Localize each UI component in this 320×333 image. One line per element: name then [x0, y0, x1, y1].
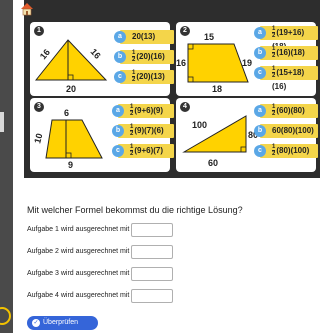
base-label: 20 [66, 84, 76, 94]
fraction: 12 [272, 26, 276, 40]
answer-input[interactable] [131, 223, 174, 237]
answer-label: Aufgabe 4 wird ausgerechnet mit [27, 292, 130, 299]
answer-input[interactable] [131, 267, 174, 281]
option-1a[interactable]: a 20(13) [114, 30, 174, 44]
option-text: (9)(7)(6) [134, 126, 164, 135]
option-letter: a [254, 105, 266, 117]
answer-row-2: Aufgabe 2 wird ausgerechnet mit [27, 244, 174, 260]
option-letter: c [254, 67, 266, 79]
option-text: 20(13) [132, 32, 156, 41]
option-text: (60)(80) [276, 106, 305, 115]
slant-label: 19 [242, 58, 252, 68]
answer-row-3: Aufgabe 3 wird ausgerechnet mit [27, 266, 174, 282]
option-4a[interactable]: a 1 2 (60)(80) [254, 104, 318, 118]
slant-label: 10 [32, 132, 44, 144]
option-letter: b [254, 47, 266, 59]
base-label: 9 [68, 160, 73, 170]
answer-row-4: Aufgabe 4 wird ausgerechnet mit [27, 288, 174, 304]
option-text: (16)(18) [276, 48, 305, 57]
option-1b[interactable]: b 1 2 (20)(16) [114, 50, 174, 64]
option-2c[interactable]: c 1 2 (15+18)(16) [254, 66, 318, 91]
fraction: 12 [272, 104, 276, 118]
hypotenuse-label: 100 [192, 120, 207, 130]
option-letter: a [112, 105, 124, 117]
option-text: (20)(16) [136, 52, 165, 61]
sidebar-marker [0, 112, 4, 132]
option-letter: a [254, 27, 266, 39]
height-label: 16 [176, 58, 186, 68]
side-label-right: 16 [89, 47, 103, 61]
answer-label: Aufgabe 2 wird ausgerechnet mit [27, 248, 130, 255]
fraction: 12 [272, 46, 276, 60]
option-letter: b [114, 51, 126, 63]
check-button-label: Überprüfen [43, 319, 79, 326]
option-letter: c [254, 145, 266, 157]
answer-label: Aufgabe 1 wird ausgerechnet mit [27, 226, 130, 233]
top-label: 15 [204, 32, 214, 42]
side-label-left: 16 [38, 47, 52, 61]
answer-label: Aufgabe 3 wird ausgerechnet mit [27, 270, 130, 277]
sidebar-circle-icon[interactable] [0, 307, 11, 325]
top-label: 6 [64, 108, 69, 118]
check-button[interactable]: ✓ Überprüfen [27, 316, 98, 330]
option-text: (9+6)(9) [134, 106, 164, 115]
option-text: (80)(100) [276, 146, 310, 155]
fraction: 12 [130, 104, 134, 118]
exercise-panel: 1 16 16 20 2 15 16 19 18 3 6 10 9 4 100 … [24, 0, 320, 178]
option-4b[interactable]: b 60(80)(100) [254, 124, 318, 138]
option-letter: c [114, 71, 126, 83]
fraction: 12 [130, 144, 134, 158]
base-label: 60 [208, 158, 218, 168]
fraction: 12 [272, 66, 276, 80]
option-letter: a [114, 31, 126, 43]
option-3a[interactable]: a 1 2 (9+6)(9) [112, 104, 174, 118]
option-2a[interactable]: a 12(19+16)(18) [254, 26, 318, 51]
option-letter: c [112, 145, 124, 157]
option-text: (9+6)(7) [134, 146, 164, 155]
answer-row-1: Aufgabe 1 wird ausgerechnet mit [27, 222, 174, 238]
fraction: 12 [132, 70, 136, 84]
answer-input[interactable] [131, 245, 174, 259]
fraction: 12 [272, 144, 276, 158]
option-text: 60(80)(100) [272, 126, 314, 135]
option-4c[interactable]: c 1 2 (80)(100) [254, 144, 318, 158]
question-text: Mit welcher Formel bekommst du die richt… [27, 205, 243, 215]
option-3b[interactable]: b 1 2 (9)(7)(6) [112, 124, 174, 138]
option-letter: b [254, 125, 266, 137]
option-3c[interactable]: c 1 2 (9+6)(7) [112, 144, 174, 158]
fraction: 12 [132, 50, 136, 64]
option-1c[interactable]: c 1 2 (20)(13) [114, 70, 174, 84]
check-icon: ✓ [32, 319, 40, 327]
left-sidebar [0, 0, 13, 333]
option-text: (20)(13) [136, 72, 165, 81]
answer-input[interactable] [131, 289, 174, 303]
house-icon [21, 3, 33, 16]
fraction: 12 [130, 124, 134, 138]
option-2b[interactable]: b 1 2 (16)(18) [254, 46, 318, 60]
base-label: 18 [212, 84, 222, 94]
option-letter: b [112, 125, 124, 137]
